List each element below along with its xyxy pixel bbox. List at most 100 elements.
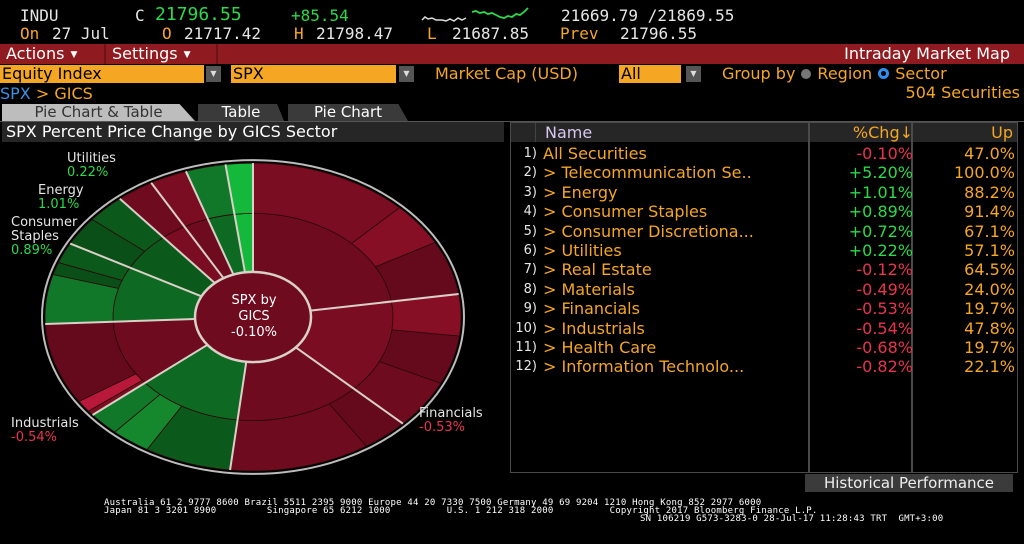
historical-performance-button[interactable]: Historical Performance bbox=[805, 474, 1013, 492]
row-name[interactable]: > Financials bbox=[543, 299, 640, 318]
market-cap-dropdown-icon[interactable]: ▼ bbox=[686, 66, 701, 82]
tab-pie-chart-table[interactable]: Pie Chart & Table bbox=[2, 104, 195, 121]
securities-count: 504 Securities bbox=[905, 83, 1020, 102]
row-prefix: > bbox=[543, 318, 562, 338]
quote-ticker: INDU bbox=[20, 6, 59, 25]
table-row[interactable]: 10) > Industrials -0.54% 47.8% bbox=[511, 319, 1017, 338]
center-line-2: GICS bbox=[238, 309, 270, 324]
table-row[interactable]: 5) > Consumer Discretiona... +0.72% 67.1% bbox=[511, 222, 1017, 241]
table-row[interactable]: 11) > Health Care -0.68% 19.7% bbox=[511, 338, 1017, 357]
table-row[interactable]: 3) > Energy +1.01% 88.2% bbox=[511, 183, 1017, 202]
row-prefix: > bbox=[543, 241, 562, 260]
quote-range: 21669.79 /21869.55 bbox=[561, 6, 735, 25]
asset-type-dropdown-icon[interactable]: ▼ bbox=[206, 66, 221, 82]
row-name[interactable]: > Health Care bbox=[543, 338, 656, 357]
row-prefix: > bbox=[543, 221, 562, 241]
pie-label-financials: Financials -0.53% bbox=[419, 407, 483, 435]
row-name[interactable]: > Telecommunication Se.. bbox=[543, 163, 752, 182]
row-prefix: > bbox=[543, 182, 562, 202]
pie-label-value: 1.01% bbox=[38, 197, 80, 212]
row-number: 6) bbox=[523, 243, 537, 258]
row-name-text: All Securities bbox=[543, 144, 647, 163]
table-row[interactable]: 9) > Financials -0.53% 19.7% bbox=[511, 299, 1017, 318]
sparkline-prior bbox=[421, 16, 467, 22]
pie-label-value: -0.53% bbox=[419, 420, 465, 435]
row-name-text: Health Care bbox=[561, 338, 657, 357]
row-prefix: > bbox=[543, 338, 562, 357]
table-row[interactable]: 12) > Information Technolo... -0.82% 22.1% bbox=[511, 357, 1017, 376]
chg-header-label: %Chg bbox=[852, 123, 900, 142]
row-pct-change: -0.10% bbox=[856, 144, 913, 163]
pie-label-value: 0.89% bbox=[11, 243, 53, 258]
row-number: 8) bbox=[523, 281, 537, 297]
row-pct-change: +0.89% bbox=[848, 202, 913, 222]
row-name[interactable]: > Consumer Discretiona... bbox=[543, 222, 754, 241]
row-pct-change: +0.72% bbox=[848, 221, 913, 241]
table-header: Name %Chg↓ Up bbox=[511, 123, 1017, 142]
row-pct-change: -0.12% bbox=[856, 260, 913, 280]
row-name-text: Information Technolo... bbox=[561, 357, 745, 377]
row-name-text: Real Estate bbox=[561, 260, 652, 280]
row-pct-up: 88.2% bbox=[964, 182, 1015, 202]
row-pct-up: 22.1% bbox=[964, 357, 1015, 377]
row-name[interactable]: > Industrials bbox=[543, 319, 645, 338]
pie-label-value: 0.22% bbox=[67, 165, 109, 180]
row-name-text: Utilities bbox=[561, 241, 622, 260]
radio-sector[interactable] bbox=[878, 68, 890, 79]
pie-label-name: Consumer Staples bbox=[11, 215, 78, 244]
breadcrumb-leaf[interactable]: GICS bbox=[54, 84, 92, 103]
row-name[interactable]: > Utilities bbox=[543, 241, 622, 260]
quote-close-label: C bbox=[135, 6, 145, 25]
quote-close: 21796.55 bbox=[155, 4, 242, 25]
radio-region-label[interactable]: Region bbox=[817, 64, 872, 83]
row-number: 5) bbox=[523, 223, 537, 239]
column-header-up[interactable]: Up bbox=[991, 123, 1013, 142]
toolbar: Actions ▼ Settings ▼ Intraday Market Map bbox=[0, 44, 1024, 64]
tab-pie-chart[interactable]: Pie Chart bbox=[288, 104, 408, 121]
index-select[interactable]: SPX bbox=[231, 65, 396, 83]
column-header-name[interactable]: Name bbox=[545, 123, 592, 142]
row-pct-up: 100.0% bbox=[953, 163, 1015, 183]
table-row[interactable]: 8) > Materials -0.49% 24.0% bbox=[511, 280, 1017, 299]
table-row[interactable]: 6) > Utilities +0.22% 57.1% bbox=[511, 241, 1017, 260]
row-pct-up: 67.1% bbox=[964, 221, 1015, 241]
asset-type-select[interactable]: Equity Index bbox=[0, 65, 204, 83]
row-name[interactable]: > Consumer Staples bbox=[543, 202, 707, 221]
settings-menu[interactable]: Settings ▼ bbox=[106, 44, 218, 64]
sparkline-chart bbox=[421, 7, 529, 22]
app-title: Intraday Market Map bbox=[844, 44, 1010, 63]
quote-open-label: O bbox=[162, 24, 172, 43]
breadcrumb-root[interactable]: SPX bbox=[0, 84, 31, 103]
pie-label-value: -0.54% bbox=[11, 430, 57, 445]
table-row[interactable]: 4) > Consumer Staples +0.89% 91.4% bbox=[511, 202, 1017, 221]
row-name-text: Industrials bbox=[561, 318, 645, 338]
pie-label-name: Financials bbox=[419, 406, 483, 421]
sparkline-today bbox=[471, 7, 529, 19]
row-name[interactable]: > Energy bbox=[543, 183, 618, 202]
table-row[interactable]: 2) > Telecommunication Se.. +5.20% 100.0% bbox=[511, 163, 1017, 182]
actions-menu[interactable]: Actions ▼ bbox=[0, 44, 106, 64]
row-name[interactable]: > Information Technolo... bbox=[543, 357, 744, 376]
table-row[interactable]: 7) > Real Estate -0.12% 64.5% bbox=[511, 260, 1017, 279]
row-name[interactable]: > Materials bbox=[543, 280, 635, 299]
row-name-text: Financials bbox=[561, 299, 640, 319]
row-name[interactable]: All Securities bbox=[543, 144, 647, 163]
index-dropdown-icon[interactable]: ▼ bbox=[399, 66, 414, 82]
row-pct-up: 19.7% bbox=[964, 299, 1015, 319]
market-cap-select[interactable]: All bbox=[619, 65, 681, 83]
radio-region[interactable] bbox=[801, 68, 812, 79]
table-row[interactable]: 1) All Securities -0.10% 47.0% bbox=[511, 144, 1017, 163]
radio-sector-label[interactable]: Sector bbox=[895, 64, 946, 83]
row-pct-up: 91.4% bbox=[964, 202, 1015, 222]
header-divider bbox=[535, 123, 536, 142]
row-name[interactable]: > Real Estate bbox=[543, 260, 652, 279]
row-prefix: > bbox=[543, 202, 562, 222]
center-line-3: -0.10% bbox=[231, 325, 277, 340]
actions-label: Actions bbox=[6, 44, 65, 63]
column-header-chg[interactable]: %Chg↓ bbox=[853, 123, 913, 142]
row-name-text: Energy bbox=[561, 182, 618, 202]
breadcrumb: SPX > GICS bbox=[0, 85, 93, 103]
tab-table[interactable]: Table bbox=[198, 104, 284, 121]
pie-label-industrials: Industrials -0.54% bbox=[11, 417, 79, 445]
footer-session-info: SN 106219 G573-3283-0 28-Jul-17 11:28:43… bbox=[640, 514, 944, 524]
